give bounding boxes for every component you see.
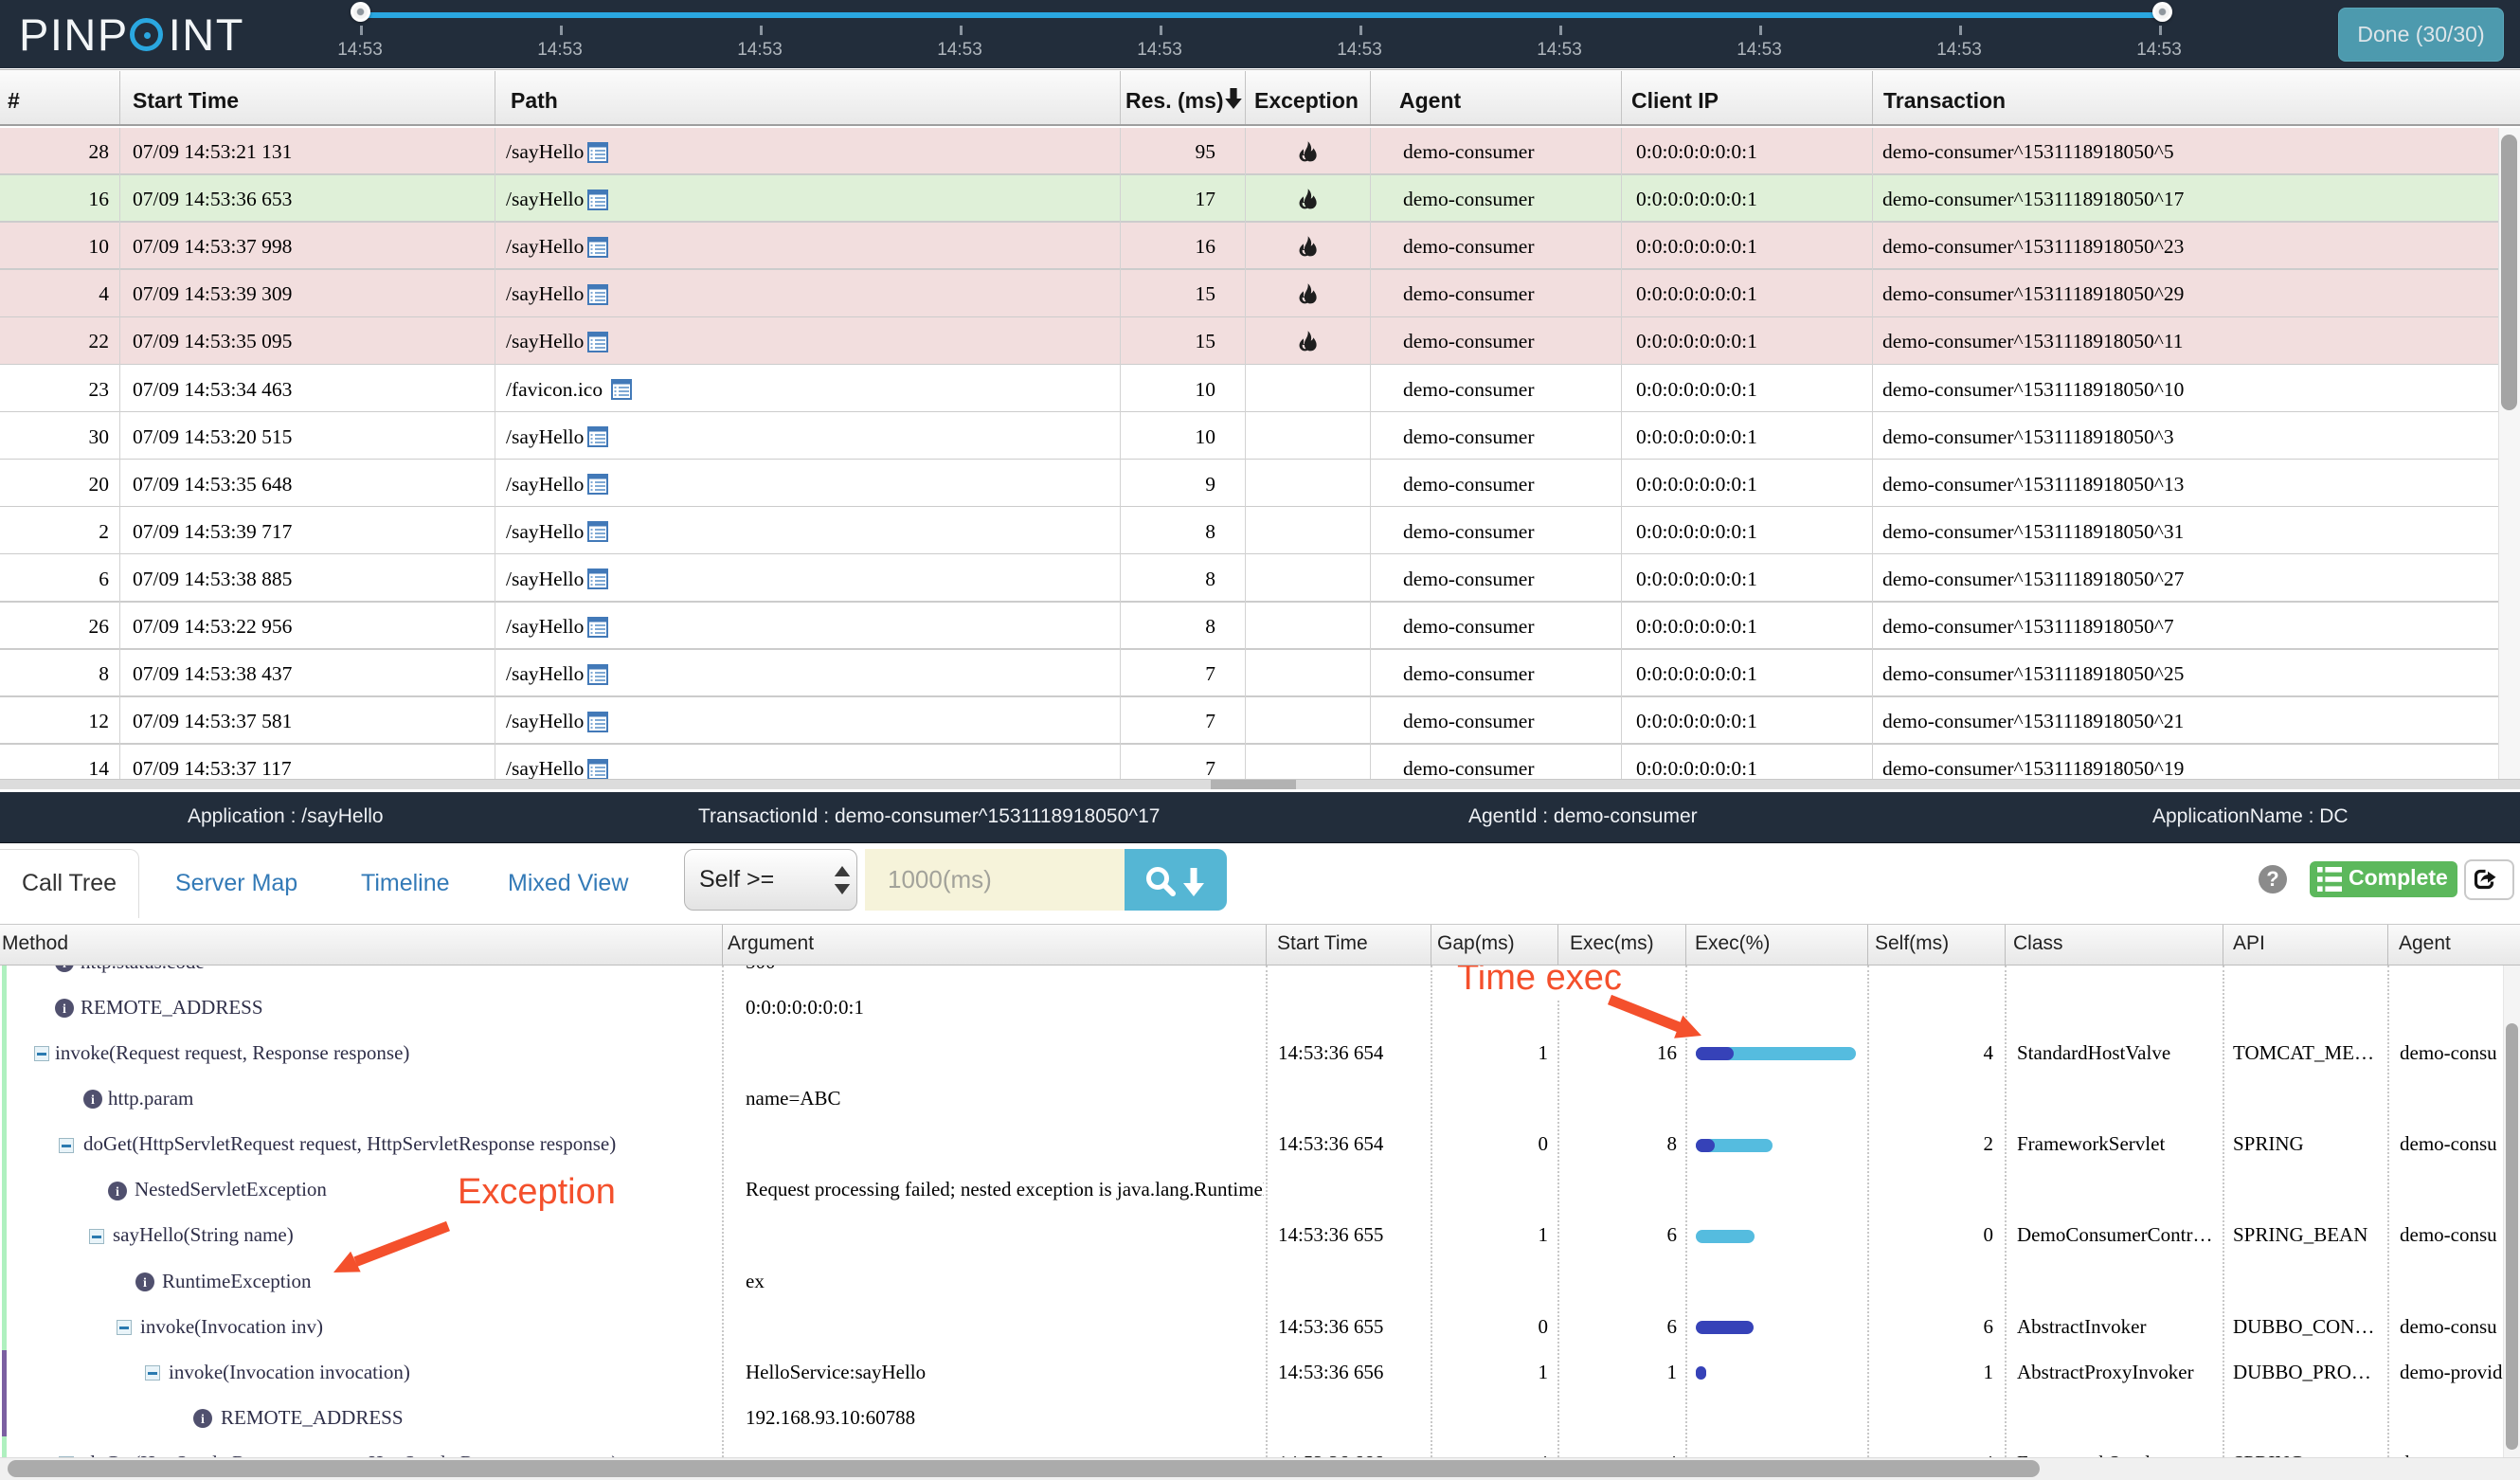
svg-text:i: i [63,1002,66,1017]
svg-text:i: i [201,1413,205,1427]
svg-text:i: i [91,1093,95,1108]
svg-text:i: i [143,1276,147,1290]
svg-text:i: i [63,966,66,971]
svg-text:i: i [116,1185,119,1200]
